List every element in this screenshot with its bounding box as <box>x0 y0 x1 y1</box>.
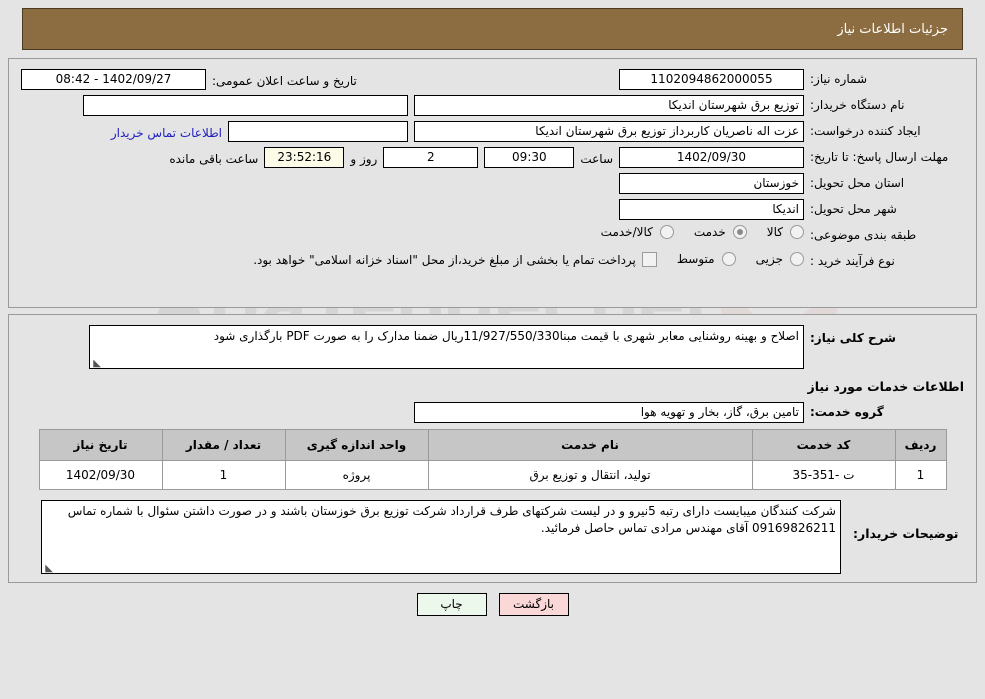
treasury-bonds-checkbox[interactable] <box>641 251 657 267</box>
creator-extra-field[interactable] <box>228 121 408 142</box>
row-deadline: مهلت ارسال پاسخ: تا تاریخ: 1402/09/30 سا… <box>21 147 964 168</box>
cell-quantity: 1 <box>161 460 286 490</box>
cell-unit: پروژه <box>284 460 429 490</box>
label-buyer-org: نام دستگاه خریدار: <box>810 98 905 112</box>
label-category: طبقه بندی موضوعی: <box>810 228 917 242</box>
row-description: شرح کلی نیاز: اصلاح و بهینه روشنایی معاب… <box>21 325 964 369</box>
print-button[interactable]: چاپ <box>416 593 487 616</box>
purchase-option-label-1: متوسط <box>676 252 715 266</box>
label-countdown: ساعت باقی مانده <box>169 151 259 166</box>
need-info-panel: شماره نیاز: 1102094862000055 تاریخ و ساع… <box>8 58 977 308</box>
label-city: شهر محل تحویل: <box>810 202 897 216</box>
purchase-option-label-0: جزیی <box>755 252 783 266</box>
buyer-org-extra-field[interactable] <box>83 95 408 116</box>
label-deadline-time: ساعت <box>580 151 613 166</box>
radio-khedmat-icon[interactable] <box>732 225 747 239</box>
label-need-number: شماره نیاز: <box>810 72 867 86</box>
purchase-radio-jozei[interactable]: جزیی <box>742 252 804 266</box>
row-category: طبقه بندی موضوعی: کالا خدمت کالا/خدمت <box>21 225 964 246</box>
buyer-notes-textarea[interactable]: شرکت کنندگان میبایست دارای رتبه 5نیرو و … <box>41 500 841 574</box>
footer-actions: بازگشت چاپ <box>0 593 985 616</box>
remaining-days-field[interactable]: 2 <box>383 147 479 168</box>
label-description: شرح کلی نیاز: <box>810 331 896 345</box>
notes-resize-grip-icon[interactable]: ◣ <box>44 564 53 574</box>
page-root: جزئیات اطلاعات نیاز شماره نیاز: 11020948… <box>0 8 985 616</box>
cell-row-no: 1 <box>894 460 947 490</box>
radio-jozei-icon[interactable] <box>790 252 804 266</box>
service-group-field[interactable]: تامین برق، گاز، بخار و تهویه هوا <box>414 402 804 423</box>
description-textarea[interactable]: اصلاح و بهینه روشنایی معابر شهری با قیمت… <box>89 325 804 369</box>
deadline-time-field[interactable]: 09:30 <box>484 147 575 168</box>
table-row[interactable]: 1 ت -351-35 تولید، انتقال و توزیع برق پر… <box>38 460 947 490</box>
row-creator: ایجاد کننده درخواست: عزت اله ناصریان کار… <box>21 121 964 142</box>
radio-kala-icon[interactable] <box>790 225 804 239</box>
row-need-number: شماره نیاز: 1102094862000055 تاریخ و ساع… <box>21 69 964 90</box>
back-button[interactable]: بازگشت <box>498 593 569 616</box>
th-service-code: کد خدمت <box>751 429 896 461</box>
th-quantity: تعداد / مقدار <box>161 429 286 461</box>
label-days: روز و <box>350 151 378 166</box>
label-deadline: مهلت ارسال پاسخ: تا تاریخ: <box>810 150 949 164</box>
buyer-org-field[interactable]: توزیع برق شهرستان اندیکا <box>414 95 804 116</box>
deadline-date-field[interactable]: 1402/09/30 <box>619 147 804 168</box>
radio-kala-khedmat-icon[interactable] <box>659 225 674 239</box>
buyer-contact-link[interactable]: اطلاعات تماس خریدار <box>111 124 222 140</box>
buyer-notes-text: شرکت کنندگان میبایست دارای رتبه 5نیرو و … <box>67 504 836 535</box>
services-section-title: اطلاعات خدمات مورد نیاز <box>807 379 965 394</box>
details-panel: شرح کلی نیاز: اصلاح و بهینه روشنایی معاب… <box>8 314 977 583</box>
category-radio-khedmat[interactable]: خدمت <box>680 225 747 239</box>
countdown-timer-field: 23:52:16 <box>264 147 345 168</box>
city-field[interactable]: اندیکا <box>619 199 804 220</box>
row-city: شهر محل تحویل: اندیکا <box>21 199 964 220</box>
description-text: اصلاح و بهینه روشنایی معابر شهری با قیمت… <box>213 329 799 343</box>
cell-need-date: 1402/09/30 <box>38 460 163 490</box>
row-buyer-notes: توضیحات خریدار: شرکت کنندگان میبایست دار… <box>21 500 964 574</box>
label-purchase-type: نوع فرآیند خرید : <box>810 254 895 268</box>
label-public-announce: تاریخ و ساعت اعلان عمومی: <box>212 73 357 88</box>
th-need-date: تاریخ نیاز <box>38 429 163 461</box>
public-announce-field[interactable]: 1402/09/27 - 08:42 <box>21 69 206 90</box>
category-radio-kala[interactable]: کالا <box>753 225 804 239</box>
table-header-row: ردیف کد خدمت نام خدمت واحد اندازه گیری ت… <box>38 429 947 461</box>
services-table: ردیف کد خدمت نام خدمت واحد اندازه گیری ت… <box>38 429 947 490</box>
row-buyer-org: نام دستگاه خریدار: توزیع برق شهرستان اند… <box>21 95 964 116</box>
need-number-field[interactable]: 1102094862000055 <box>619 69 804 90</box>
province-field[interactable]: خوزستان <box>619 173 804 194</box>
row-service-group: گروه خدمت: تامین برق، گاز، بخار و تهویه … <box>21 402 964 423</box>
purchase-radio-motavasset[interactable]: متوسط <box>663 252 736 266</box>
cell-service-code: ت -351-35 <box>751 460 896 490</box>
row-province: استان محل تحویل: خوزستان <box>21 173 964 194</box>
radio-motavasset-icon[interactable] <box>721 252 736 266</box>
th-service-name: نام خدمت <box>427 429 753 461</box>
page-header-band: جزئیات اطلاعات نیاز <box>22 8 963 50</box>
label-buyer-notes: توضیحات خریدار: <box>853 526 959 541</box>
category-radio-kala-khedmat[interactable]: کالا/خدمت <box>587 225 674 239</box>
creator-field[interactable]: عزت اله ناصریان کاربرداز توزیع برق شهرست… <box>414 121 804 142</box>
resize-grip-icon[interactable]: ◣ <box>92 359 101 369</box>
th-row-no: ردیف <box>894 429 947 461</box>
cell-service-name: تولید، انتقال و توزیع برق <box>427 460 753 490</box>
label-creator: ایجاد کننده درخواست: <box>810 124 921 138</box>
th-unit: واحد اندازه گیری <box>284 429 429 461</box>
label-province: استان محل تحویل: <box>810 176 905 190</box>
page-title: جزئیات اطلاعات نیاز <box>837 21 948 37</box>
category-option-label-0: کالا <box>766 225 783 239</box>
category-option-label-2: کالا/خدمت <box>600 225 653 239</box>
row-purchase-type: نوع فرآیند خرید : جزیی متوسط پرداخت تمام… <box>21 251 964 272</box>
label-service-group: گروه خدمت: <box>810 405 884 419</box>
treasury-bonds-checkbox-label: پرداخت تمام یا بخشی از مبلغ خرید،از محل … <box>253 253 636 267</box>
category-option-label-1: خدمت <box>693 225 726 239</box>
